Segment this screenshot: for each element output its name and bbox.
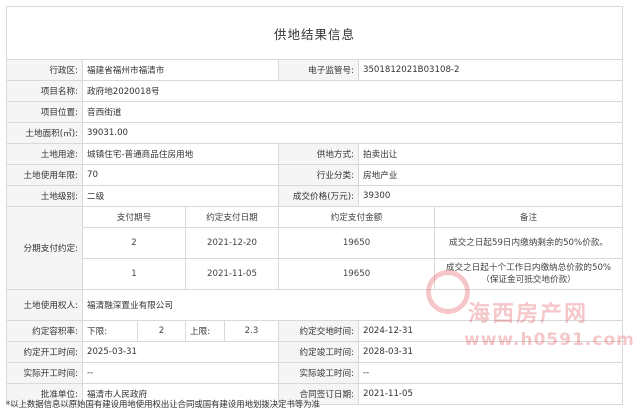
district-label: 行政区: <box>6 59 83 81</box>
table-row: 1 2021-11-05 19650 成交之日起十个工作日内缴纳总价款的50%（… <box>7 258 624 290</box>
project-name-value: 政府地2020018号 <box>81 80 624 102</box>
sign-date-value: 2021-11-05 <box>357 383 624 405</box>
page-title: 供地结果信息 <box>5 6 624 60</box>
installments-header-note: 备注 <box>433 206 624 228</box>
land-result-table: 供地结果信息 行政区: 福建省福州市福清市 电子监管号: 3501812021B… <box>5 6 624 405</box>
industry-label: 行业分类: <box>278 164 359 186</box>
price-label: 成交价格(万元): <box>278 185 359 207</box>
location-value: 音西街道 <box>81 101 624 123</box>
delivery-label: 约定交地时间: <box>278 320 359 342</box>
eid-label: 电子监管号: <box>278 59 359 81</box>
installment-note: 成交之日起十个工作日内缴纳总价款的50%（保证金可抵交地价款） <box>433 258 624 290</box>
installments-header-date: 约定支付日期 <box>185 206 279 228</box>
project-name-label: 项目名称: <box>6 80 83 102</box>
installments-label: 分期支付约定: <box>6 206 83 290</box>
delivery-value: 2024-12-31 <box>357 320 624 342</box>
installment-date: 2021-11-05 <box>185 258 279 290</box>
land-user-value: 福清融深置业有限公司 <box>81 289 624 321</box>
actual-start-label: 实际开工时间: <box>6 362 83 384</box>
years-label: 土地使用年限: <box>6 164 83 186</box>
installment-period: 1 <box>82 258 186 290</box>
plot-ratio-upper-value: 2.3 <box>224 320 279 342</box>
usage-value: 城镇住宅-普通商品住房用地 <box>82 143 279 165</box>
start-label: 约定开工时间: <box>6 341 83 363</box>
plot-ratio-label: 约定容积率: <box>6 320 83 342</box>
installment-date: 2021-12-20 <box>185 227 279 259</box>
location-label: 项目位置: <box>6 101 83 123</box>
years-value: 70 <box>82 164 279 186</box>
start-value: 2025-03-31 <box>82 341 279 363</box>
finish-value: 2028-03-31 <box>357 341 624 363</box>
industry-value: 房地产业 <box>357 164 624 186</box>
area-label: 土地面积(㎡): <box>6 122 83 144</box>
installment-note: 成交之日起59日内缴纳剩余的50%价款。 <box>433 227 624 259</box>
supply-label: 供地方式: <box>278 143 359 165</box>
eid-value: 3501812021B03108-2 <box>357 59 624 81</box>
price-value: 39300 <box>357 185 624 207</box>
land-user-label: 土地使用权人: <box>6 289 83 321</box>
level-label: 土地级别: <box>6 185 83 207</box>
table-row: 2 2021-12-20 19650 成交之日起59日内缴纳剩余的50%价款。 <box>7 227 624 259</box>
actual-start-value: -- <box>82 362 279 384</box>
installment-amount: 19650 <box>278 227 435 259</box>
installments-header-amount: 约定支付金额 <box>278 206 435 228</box>
installment-period: 2 <box>82 227 186 259</box>
district-value: 福建省福州市福清市 <box>82 59 279 81</box>
usage-label: 土地用途: <box>6 143 83 165</box>
area-value: 39031.00 <box>81 122 624 144</box>
installments-header-period: 支付期号 <box>82 206 186 228</box>
footnote: *以上数据信息以原始国有建设用地使用权出让合同或国有建设用地划拨决定书等为准 <box>6 399 321 409</box>
installment-amount: 19650 <box>278 258 435 290</box>
plot-ratio-lower-value: 2 <box>137 320 186 342</box>
plot-ratio-upper-label: 上限: <box>185 320 225 342</box>
result-page: 供地结果信息 行政区: 福建省福州市福清市 电子监管号: 3501812021B… <box>5 6 624 405</box>
finish-label: 约定竣工时间: <box>278 341 359 363</box>
supply-value: 拍卖出让 <box>357 143 624 165</box>
actual-finish-value: -- <box>357 362 624 384</box>
level-value: 二级 <box>82 185 279 207</box>
actual-finish-label: 实际竣工时间: <box>278 362 359 384</box>
plot-ratio-lower-label: 下限: <box>82 320 138 342</box>
